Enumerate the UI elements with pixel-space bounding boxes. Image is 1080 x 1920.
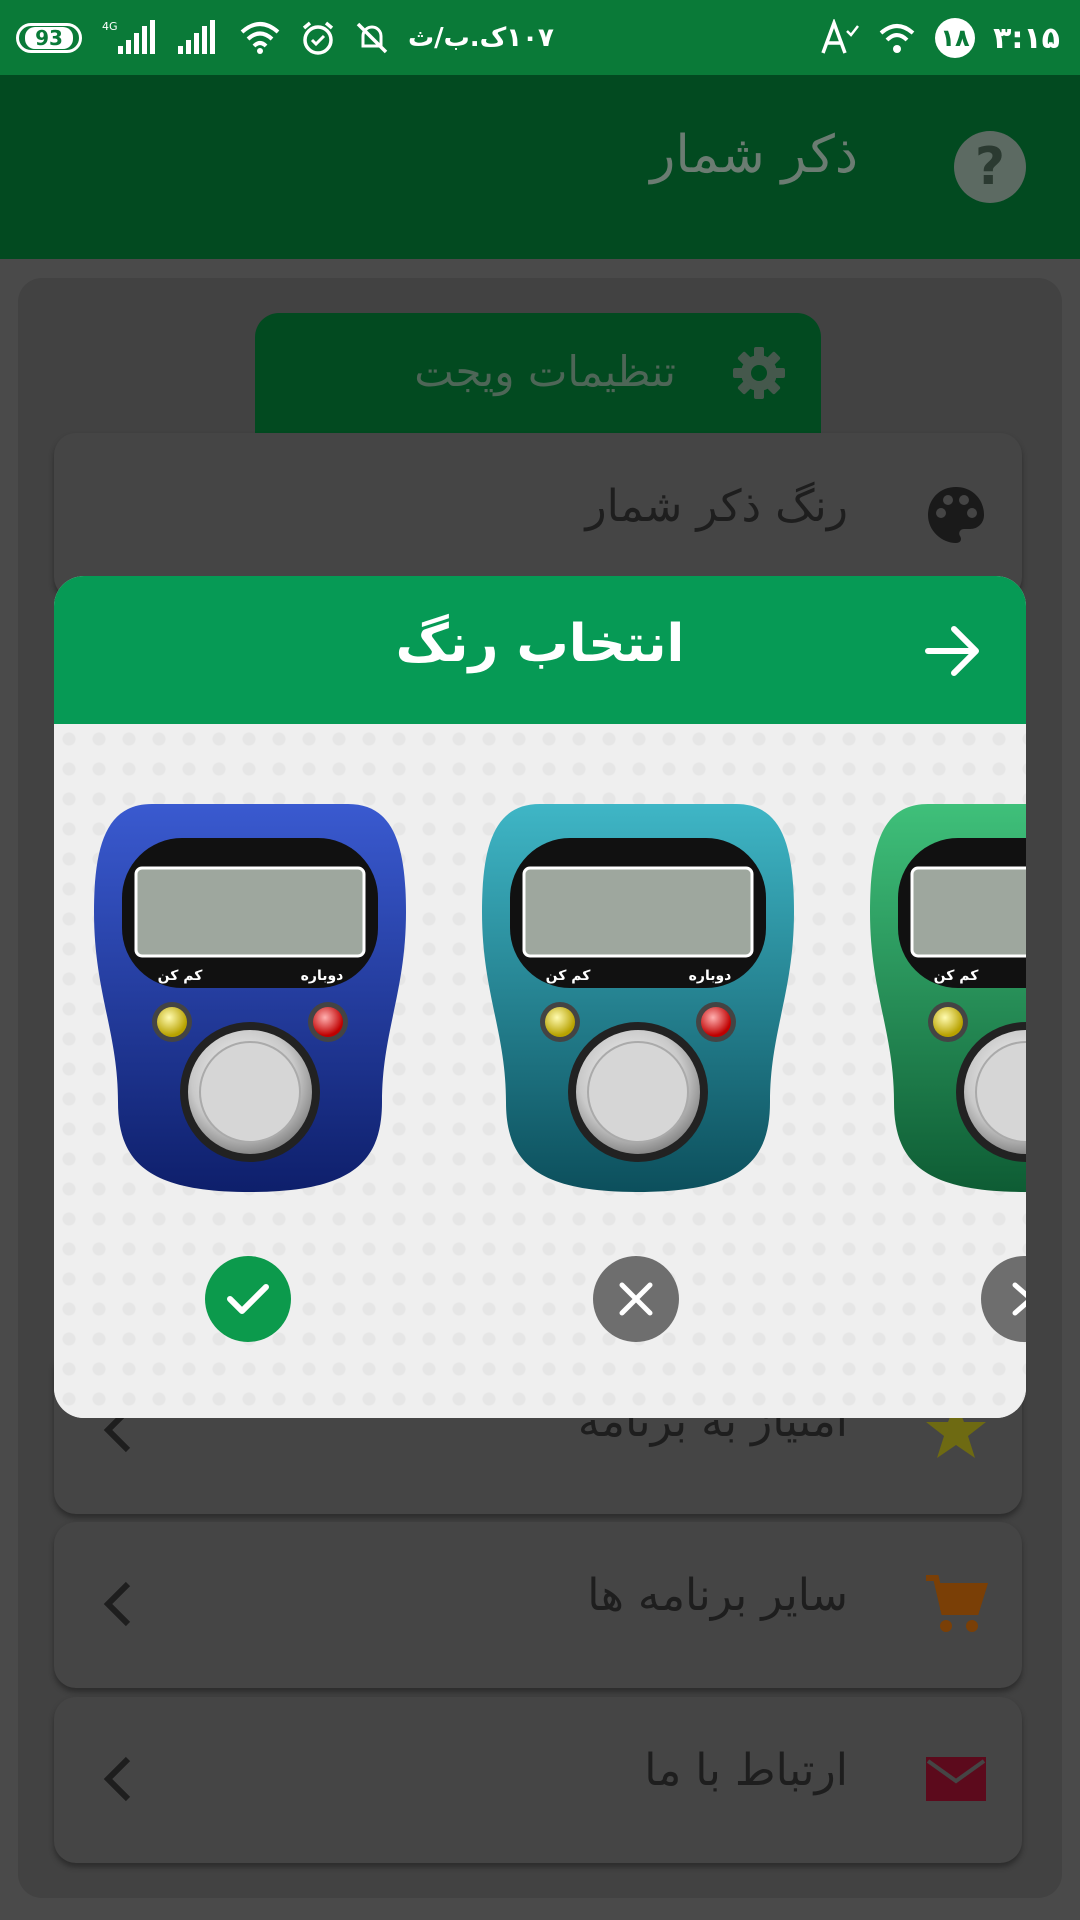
cellular-signal-2-icon	[178, 20, 215, 54]
select-close-button[interactable]	[593, 1256, 679, 1342]
mail-icon	[926, 1757, 986, 1801]
decrease-label: کم کن	[546, 968, 592, 984]
question-mark-icon[interactable]: ?	[954, 131, 1026, 203]
status-clock: ۳:۱۵	[993, 20, 1060, 56]
cart-icon	[926, 1575, 988, 1632]
status-left: 93 4G ۱۰۷ک.ب/ث	[16, 14, 554, 62]
selected-check-button[interactable]	[205, 1256, 291, 1342]
battery-indicator: 93	[16, 23, 82, 53]
dialog-title: انتخاب رنگ	[395, 614, 685, 674]
close-icon	[619, 1282, 653, 1316]
status-bar: 93 4G ۱۰۷ک.ب/ث ۱۸ ۳:۱۵	[0, 0, 1080, 75]
network-type-label: 4G	[102, 20, 118, 33]
menu-item-counter-color[interactable]: رنگ ذکر شمار	[54, 433, 1022, 599]
widget-settings-tab[interactable]: تنظیمات ویجت	[255, 313, 821, 433]
counter-option-teal[interactable]: کم کن دوباره	[480, 802, 796, 1194]
chevron-right-icon	[1012, 1282, 1026, 1316]
reset-label: دوباره	[301, 968, 344, 984]
menu-item-contact-us[interactable]: ارتباط با ما	[54, 1697, 1022, 1863]
silent-bell-icon	[356, 22, 388, 54]
app-title: ذکر شمار	[650, 125, 858, 185]
reset-label: دوباره	[689, 968, 732, 984]
data-rate-text: ۱۰۷ک.ب/ث	[408, 23, 554, 53]
notification-badge: ۱۸	[935, 18, 976, 58]
counter-option-green[interactable]: کم کن	[868, 802, 1026, 1194]
font-accessibility-icon	[821, 19, 860, 54]
menu-item-label: ارتباط با ما	[644, 1745, 848, 1796]
next-option-button[interactable]	[981, 1256, 1026, 1342]
menu-item-other-apps[interactable]: سایر برنامه ها	[54, 1522, 1022, 1688]
wifi-icon-right	[879, 24, 915, 53]
chevron-left-icon	[103, 1756, 131, 1802]
alarm-icon	[302, 21, 334, 55]
gear-icon	[733, 347, 785, 399]
dialog-header: انتخاب رنگ	[54, 576, 1026, 724]
cellular-signal-icon: 4G	[102, 20, 155, 54]
menu-item-label: سایر برنامه ها	[587, 1570, 848, 1621]
app-bar: ذکر شمار ?	[0, 75, 1080, 259]
check-icon	[227, 1284, 269, 1314]
widget-settings-label: تنظیمات ویجت	[414, 347, 676, 396]
palette-icon	[928, 487, 984, 543]
battery-level: 93	[25, 27, 73, 49]
decrease-label: کم کن	[158, 968, 204, 984]
chevron-left-icon	[103, 1581, 131, 1627]
status-right: ۱۸ ۳:۱۵	[821, 14, 1060, 62]
arrow-right-icon[interactable]	[924, 624, 982, 678]
counter-carousel: کم کن دوباره کم کن دوباره کم کن	[54, 724, 1026, 1418]
counter-option-blue[interactable]: کم کن دوباره	[92, 802, 408, 1194]
wifi-icon	[240, 22, 280, 54]
decrease-label: کم کن	[934, 968, 980, 984]
menu-item-label: رنگ ذکر شمار	[585, 481, 848, 532]
